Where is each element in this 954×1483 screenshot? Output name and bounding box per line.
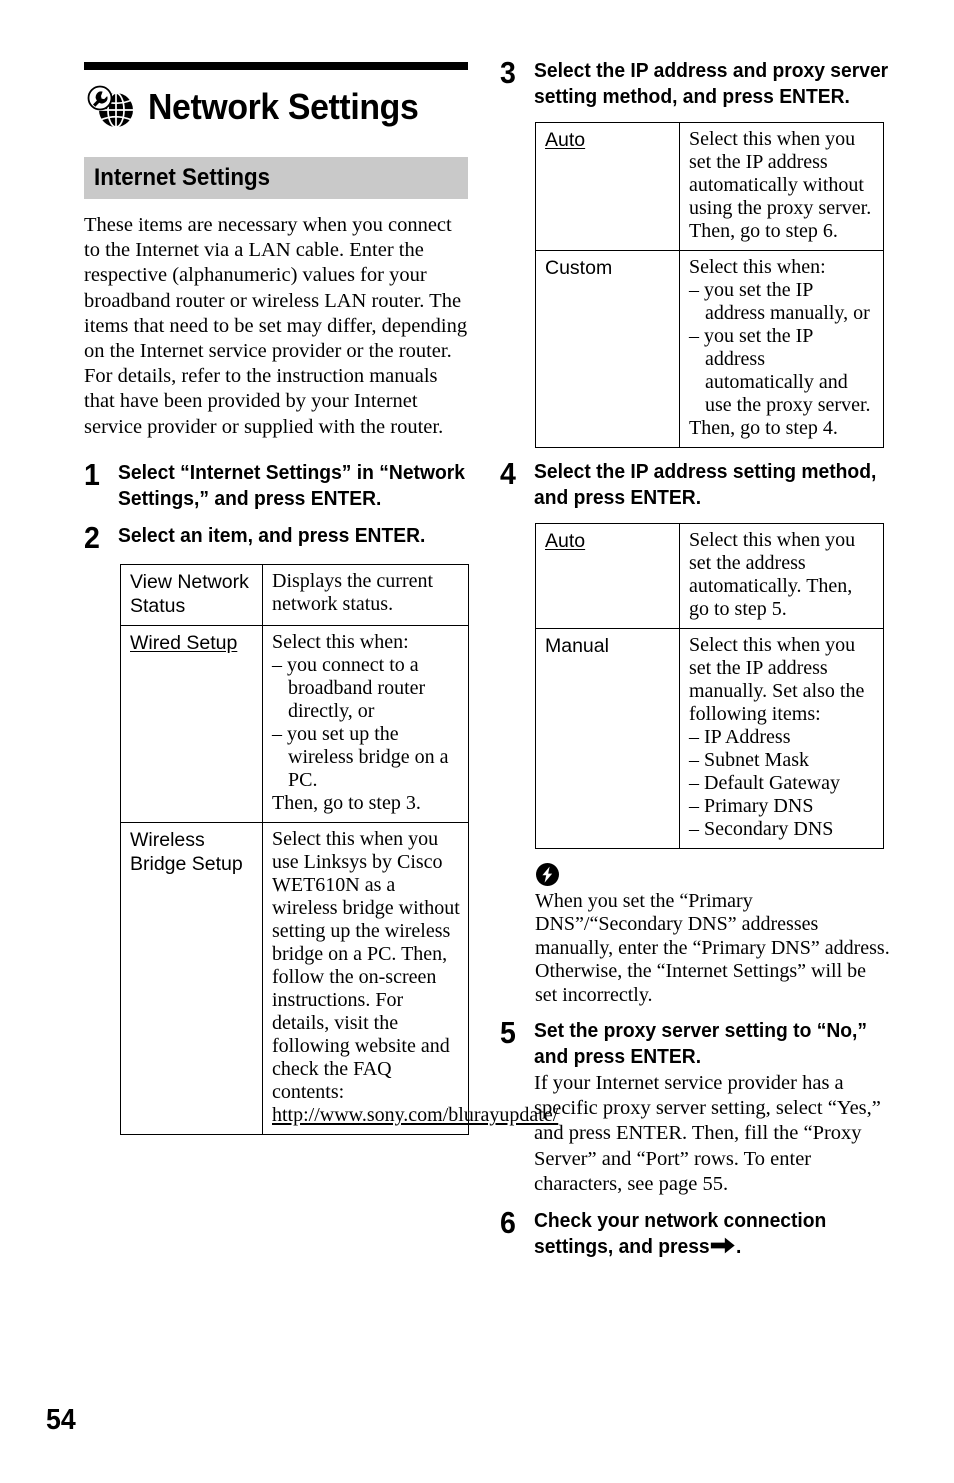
- table-key-label: View Network Status: [130, 571, 249, 618]
- table-value-custom: Select this when: – you set the IP addre…: [679, 250, 884, 448]
- table-step3: Auto Select this when you set the IP add…: [535, 122, 884, 448]
- table-key-label: Custom: [545, 257, 613, 279]
- table-step2: View Network Status Displays the current…: [120, 564, 558, 1136]
- value-line: Then, go to step 4.: [689, 417, 838, 439]
- step-6: 6 Check your network connection settings…: [500, 1205, 890, 1260]
- step-5-heading: Set the proxy server setting to “No,” an…: [534, 1019, 868, 1069]
- step-4: 4 Select the IP address setting method, …: [500, 456, 890, 511]
- table-key-label: Wired Setup: [130, 632, 238, 655]
- table-key-label: Auto: [545, 530, 586, 552]
- page-number: 54: [46, 1404, 76, 1436]
- table-key-label: Manual: [545, 635, 609, 657]
- table-key-label: Wireless Bridge Setup: [130, 829, 243, 876]
- value-line: – you set the IP address automatically a…: [689, 325, 871, 416]
- table-key-wireless-bridge-setup: Wireless Bridge Setup: [120, 822, 263, 1136]
- value-line: Select this when you use Linksys by Cisc…: [272, 828, 460, 1104]
- step-2-number: 2: [84, 520, 100, 556]
- step-2: 2 Select an item, and press ENTER.: [84, 520, 468, 556]
- table-row: Wireless Bridge Setup Select this when y…: [120, 822, 558, 1136]
- step-3: 3 Select the IP address and proxy server…: [500, 55, 890, 110]
- table-row: View Network Status Displays the current…: [120, 564, 469, 627]
- value-line: Displays the current network status.: [272, 570, 434, 616]
- step-6-number: 6: [500, 1205, 516, 1241]
- table-key-manual: Manual: [535, 628, 680, 849]
- step-6-heading-text: Check your network connection settings, …: [534, 1209, 827, 1259]
- wrench-globe-icon: [84, 85, 140, 129]
- table-value-manual: Select this when you set the IP address …: [679, 628, 884, 849]
- right-column: 3 Select the IP address and proxy server…: [500, 55, 890, 1260]
- table-key-view-network-status: View Network Status: [120, 564, 263, 627]
- value-line: – you connect to a broadband router dire…: [272, 654, 426, 723]
- table-row: Wired Setup Select this when: – you conn…: [120, 625, 469, 824]
- step-1: 1 Select “Internet Settings” in “Network…: [84, 457, 468, 512]
- value-line: – Secondary DNS: [689, 818, 834, 840]
- page-title: Network Settings: [148, 86, 419, 127]
- value-line: – IP Address: [689, 726, 791, 748]
- section-title: Internet Settings: [94, 164, 271, 191]
- table-step4: Auto Select this when you set the addres…: [535, 523, 884, 849]
- value-line: Select this when:: [272, 631, 409, 654]
- value-line: Select this when:: [689, 256, 826, 278]
- table-key-auto-ip: Auto: [535, 523, 680, 629]
- section-intro: These items are necessary when you conne…: [84, 214, 468, 438]
- step-4-heading: Select the IP address setting method, an…: [534, 460, 877, 509]
- value-line: Select this when you set the IP address …: [689, 634, 865, 725]
- table-row: Custom Select this when: – you set the I…: [535, 250, 884, 448]
- step-3-heading: Select the IP address and proxy server s…: [534, 59, 889, 108]
- value-line: – Subnet Mask: [689, 749, 809, 771]
- table-row: Auto Select this when you set the IP add…: [535, 122, 884, 251]
- table-key-wired-setup: Wired Setup: [120, 625, 263, 824]
- value-line: Then, go to step 3.: [272, 792, 421, 815]
- table-row: Manual Select this when you set the IP a…: [535, 628, 884, 849]
- table-value-wired-setup: Select this when: – you connect to a bro…: [262, 625, 469, 824]
- table-row: Auto Select this when you set the addres…: [535, 523, 884, 629]
- table-value-auto-proxy: Select this when you set the IP address …: [679, 122, 884, 251]
- step-1-number: 1: [84, 457, 100, 493]
- chapter-header: Network Settings: [84, 78, 468, 136]
- step-3-number: 3: [500, 55, 516, 90]
- value-line: – Default Gateway: [689, 772, 841, 794]
- value-line: Select this when you set the IP address …: [689, 128, 872, 242]
- chapter-rule: [84, 62, 468, 70]
- value-line: Select this when you set the address aut…: [689, 529, 856, 620]
- step-1-heading: Select “Internet Settings” in “Network S…: [118, 461, 465, 511]
- step-4-number: 4: [500, 456, 516, 491]
- note-text: When you set the “Primary DNS”/“Secondar…: [535, 890, 890, 1006]
- table-value-wireless-bridge-setup: Select this when you use Linksys by Cisc…: [262, 822, 558, 1136]
- step-5: 5 Set the proxy server setting to “No,” …: [500, 1015, 890, 1197]
- section-band: Internet Settings: [84, 157, 468, 199]
- value-line: – Primary DNS: [689, 795, 814, 817]
- step-6-heading: Check your network connection settings, …: [534, 1208, 890, 1260]
- right-arrow-icon: [710, 1235, 735, 1254]
- step-2-heading: Select an item, and press ENTER.: [118, 524, 426, 548]
- value-link[interactable]: http://www.sony.com/blurayupdate/: [272, 1104, 558, 1127]
- step-5-number: 5: [500, 1015, 516, 1051]
- note-block: When you set the “Primary DNS”/“Secondar…: [535, 862, 890, 1007]
- value-line: – you set up the wireless bridge on a PC…: [272, 723, 449, 792]
- step-6-heading-period: .: [735, 1235, 742, 1259]
- table-key-label: Auto: [545, 129, 586, 151]
- table-value-auto-ip: Select this when you set the address aut…: [679, 523, 884, 629]
- note-bolt-icon: [535, 862, 560, 887]
- table-key-auto-proxy: Auto: [535, 122, 680, 251]
- step-5-body: If your Internet service provider has a …: [534, 1072, 881, 1195]
- value-line: – you set the IP address manually, or: [689, 279, 870, 324]
- left-column: Network Settings Internet Settings These…: [84, 62, 558, 1136]
- table-key-custom: Custom: [535, 250, 680, 448]
- table-value-view-network-status: Displays the current network status.: [262, 564, 469, 627]
